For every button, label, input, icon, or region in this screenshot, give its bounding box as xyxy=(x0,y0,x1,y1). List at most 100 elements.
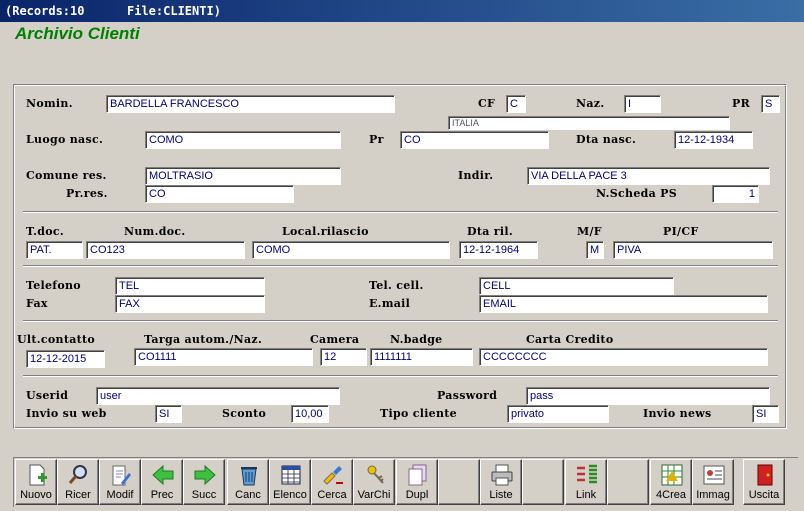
dta-ril-label: Dta ril. xyxy=(467,225,513,238)
dta-nasc-field[interactable]: 12-12-1934 xyxy=(674,131,753,149)
n-scheda-field[interactable]: 1 xyxy=(712,185,759,203)
pr-nasc-label: Pr xyxy=(369,133,384,146)
password-field[interactable]: pass xyxy=(526,387,770,405)
num-doc-field[interactable]: CO123 xyxy=(86,241,245,259)
ult-contatto-field[interactable]: 12-12-2015 xyxy=(26,350,105,368)
mf-field[interactable]: M xyxy=(586,241,604,259)
carta-credito-field[interactable]: CCCCCCCC xyxy=(479,348,768,366)
email-field[interactable]: EMAIL xyxy=(479,295,768,313)
pr-res-field[interactable]: CO xyxy=(145,185,294,203)
title-bar: (Records:10 File:CLIENTI) xyxy=(0,0,804,22)
arrow-left-icon xyxy=(151,463,175,487)
luogo-nasc-field[interactable]: COMO xyxy=(145,131,341,149)
uscita-button[interactable]: Uscita xyxy=(743,459,785,505)
fax-label: Fax xyxy=(26,297,48,310)
n-badge-field[interactable]: 1111111 xyxy=(370,348,473,366)
t-doc-field[interactable]: PAT. xyxy=(26,241,83,259)
invio-web-field[interactable]: SI xyxy=(155,405,182,423)
email-label: E.mail xyxy=(369,297,411,310)
exit-icon xyxy=(753,463,777,487)
naz-label: Naz. xyxy=(576,97,605,110)
pi-cf-field[interactable]: PIVA xyxy=(613,241,773,259)
trash-icon xyxy=(237,463,261,487)
cf-label: CF xyxy=(478,97,496,110)
luogo-nasc-label: Luogo nasc. xyxy=(26,133,104,146)
image-icon xyxy=(702,463,726,487)
local-rilascio-field[interactable]: COMO xyxy=(252,241,450,259)
invio-news-field[interactable]: SI xyxy=(752,405,779,423)
ricer-button[interactable]: Ricer xyxy=(57,459,99,505)
sconto-field[interactable]: 10,00 xyxy=(291,405,329,423)
dta-ril-field[interactable]: 12-12-1964 xyxy=(459,241,538,259)
local-rilascio-label: Local.rilascio xyxy=(282,225,369,238)
empty-button[interactable] xyxy=(607,459,649,505)
tel-cell-field[interactable]: CELL xyxy=(479,277,674,295)
modif-button[interactable]: Modif xyxy=(99,459,141,505)
search-icon xyxy=(67,463,91,487)
targa-label: Targa autom./Naz. xyxy=(144,333,263,346)
canc-button[interactable]: Canc xyxy=(227,459,269,505)
tipo-cliente-label: Tipo cliente xyxy=(380,407,457,420)
t-doc-label: T.doc. xyxy=(26,225,64,238)
telefono-label: Telefono xyxy=(26,279,81,292)
varchi-button[interactable]: VarChi xyxy=(353,459,395,505)
camera-label: Camera xyxy=(310,333,360,346)
mf-label: M/F xyxy=(577,225,602,238)
printer-icon xyxy=(490,463,514,487)
cf-field[interactable]: C xyxy=(506,95,526,113)
dupl-button[interactable]: Dupl xyxy=(396,459,438,505)
4crea-button[interactable]: 4Crea xyxy=(650,459,692,505)
comune-res-label: Comune res. xyxy=(26,169,107,182)
separator xyxy=(23,320,778,322)
succ-button[interactable]: Succ xyxy=(183,459,225,505)
elenco-button[interactable]: Elenco xyxy=(269,459,311,505)
pi-cf-label: PI/CF xyxy=(663,225,699,238)
fax-field[interactable]: FAX xyxy=(115,295,265,313)
separator xyxy=(23,211,778,213)
nation-description: ITALIA xyxy=(448,116,730,130)
link-icon xyxy=(575,463,599,487)
create-icon xyxy=(660,463,684,487)
indir-field[interactable]: VIA DELLA PACE 3 xyxy=(527,167,770,185)
nuovo-button[interactable]: Nuovo xyxy=(15,459,57,505)
new-document-icon xyxy=(25,463,49,487)
pr-field[interactable]: S xyxy=(761,95,780,113)
cerca-button[interactable]: Cerca xyxy=(311,459,353,505)
pr-label: PR xyxy=(732,97,751,110)
indir-label: Indir. xyxy=(458,169,494,182)
tel-cell-label: Tel. cell. xyxy=(369,279,424,292)
ult-contatto-label: Ult.contatto xyxy=(17,333,96,346)
num-doc-label: Num.doc. xyxy=(124,225,186,238)
find-icon xyxy=(321,463,345,487)
file-name: File:CLIENTI) xyxy=(127,4,221,18)
app-title: Archivio Clienti xyxy=(15,24,140,43)
sconto-label: Sconto xyxy=(222,407,267,420)
keys-icon xyxy=(363,463,387,487)
prec-button[interactable]: Prec xyxy=(141,459,183,505)
invio-news-label: Invio news xyxy=(643,407,712,420)
arrow-right-icon xyxy=(193,463,217,487)
separator xyxy=(23,375,778,377)
n-badge-label: N.badge xyxy=(390,333,443,346)
camera-field[interactable]: 12 xyxy=(320,348,367,366)
dta-nasc-label: Dta nasc. xyxy=(576,133,637,146)
link-button[interactable]: Link xyxy=(565,459,607,505)
table-icon xyxy=(279,463,303,487)
empty-button[interactable] xyxy=(438,459,480,505)
comune-res-field[interactable]: MOLTRASIO xyxy=(145,167,341,185)
telefono-field[interactable]: TEL xyxy=(115,277,265,295)
pr-nasc-field[interactable]: CO xyxy=(400,131,549,149)
userid-field[interactable]: user xyxy=(96,387,340,405)
empty-button[interactable] xyxy=(522,459,564,505)
userid-label: Userid xyxy=(26,389,69,402)
nomin-label: Nomin. xyxy=(26,97,73,110)
invio-web-label: Invio su web xyxy=(26,407,107,420)
pr-res-label: Pr.res. xyxy=(66,187,108,200)
targa-field[interactable]: CO1111 xyxy=(134,348,313,366)
edit-icon xyxy=(109,463,133,487)
immag-button[interactable]: Immag xyxy=(692,459,734,505)
liste-button[interactable]: Liste xyxy=(480,459,522,505)
nomin-field[interactable]: BARDELLA FRANCESCO xyxy=(106,95,395,113)
tipo-cliente-field[interactable]: privato xyxy=(507,405,609,423)
naz-field[interactable]: I xyxy=(624,95,661,113)
